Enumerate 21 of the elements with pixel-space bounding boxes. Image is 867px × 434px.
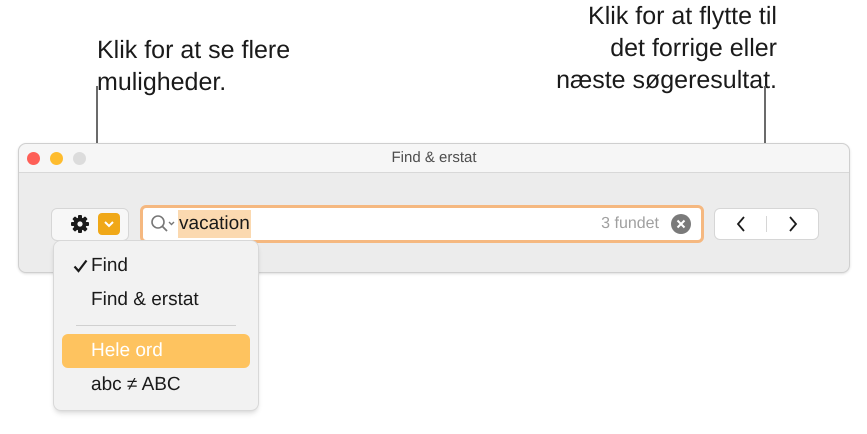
menu-item[interactable]: Find & erstat <box>62 283 250 317</box>
search-icon <box>150 214 176 234</box>
callout-text: det forrige eller <box>609 33 777 64</box>
chevron-left-icon <box>736 216 746 232</box>
result-count: 3 fundet <box>601 214 659 234</box>
search-field[interactable]: vacation 3 fundet <box>140 205 704 243</box>
options-button[interactable] <box>51 208 129 240</box>
window-title: Find & erstat <box>391 148 477 168</box>
caret-icon <box>98 213 120 235</box>
callout-text: muligheder. <box>97 67 228 98</box>
callout-text: Klik for at flytte til <box>587 1 777 32</box>
callout-text: næste søgeresultat. <box>556 65 777 96</box>
search-text: vacation <box>178 210 251 238</box>
clear-icon[interactable] <box>671 214 691 234</box>
close-button[interactable] <box>27 152 40 164</box>
checkmark-icon <box>73 259 88 273</box>
menu-item[interactable]: Find <box>62 249 250 283</box>
callout-text: Klik for at se flere <box>97 35 290 66</box>
menu-item[interactable]: abc ≠ ABC <box>62 368 250 402</box>
chevron-right-icon <box>788 216 798 232</box>
settings-icon <box>70 214 90 234</box>
